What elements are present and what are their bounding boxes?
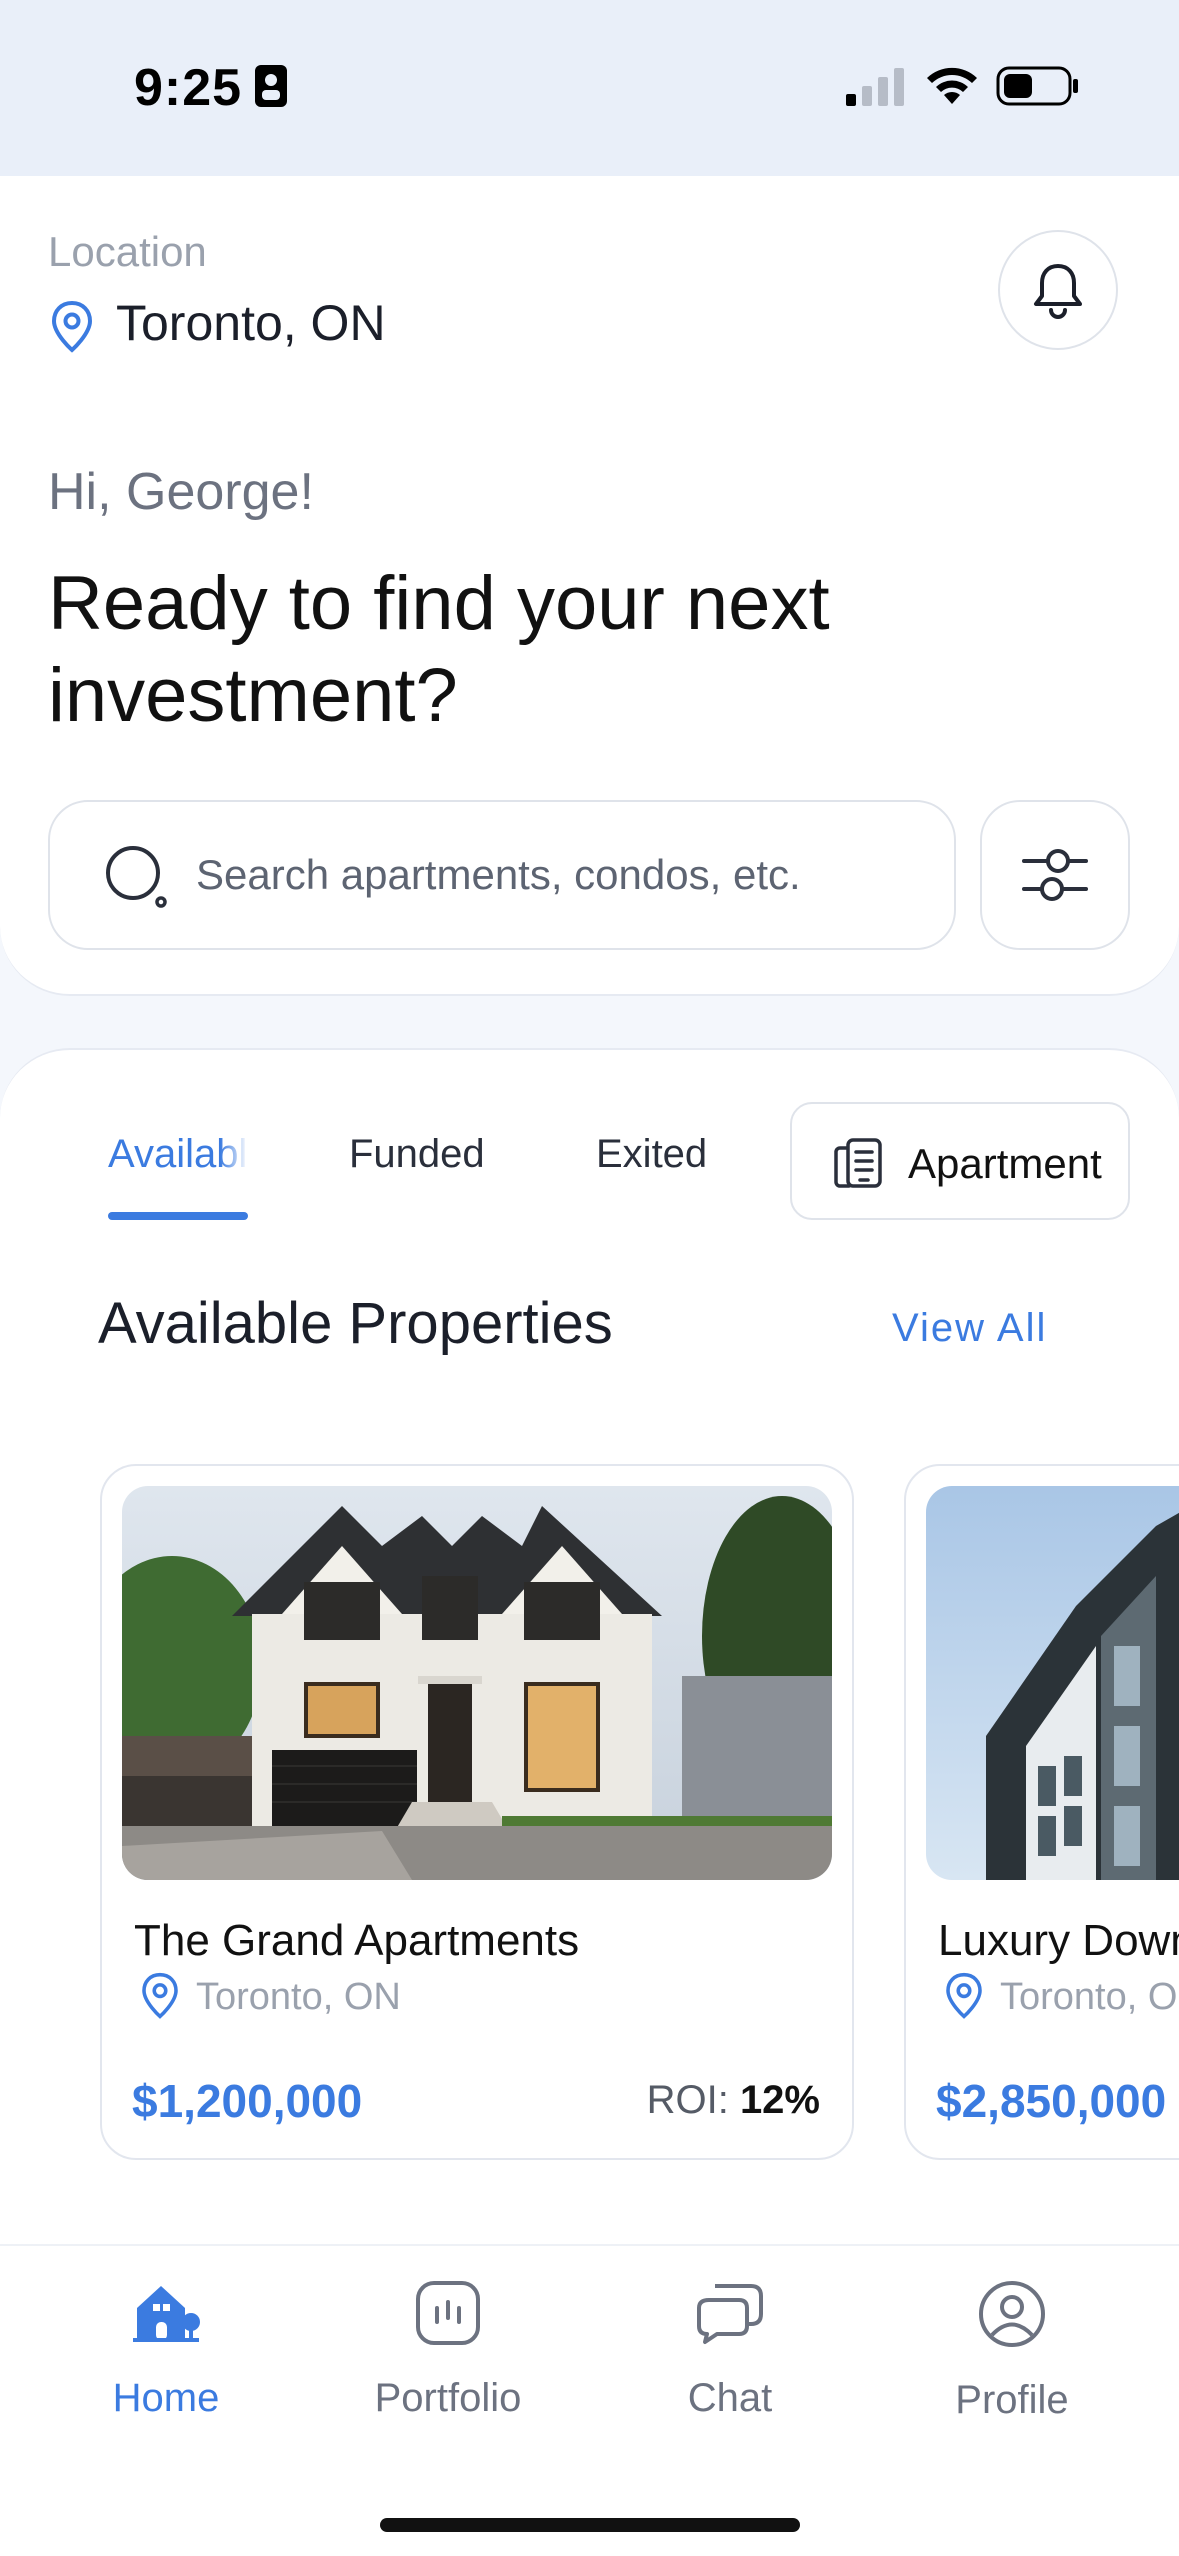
battery-icon — [996, 66, 1078, 106]
nav-portfolio-label: Portfolio — [374, 2376, 522, 2420]
property-type-label: Apartment — [908, 1140, 1102, 1187]
id-card-icon — [255, 65, 287, 107]
property-price: $1,200,000 — [132, 2075, 363, 2127]
tab-funded[interactable]: Funded — [349, 1132, 485, 1177]
property-name: Luxury Down — [938, 1916, 1179, 1965]
home-indicator[interactable] — [380, 2518, 800, 2532]
location-city[interactable]: Toronto, ON — [116, 294, 386, 352]
property-location: Toronto, ON — [196, 1976, 401, 2018]
notifications-button[interactable] — [998, 230, 1118, 350]
page-title: Ready to find your next investment? — [48, 561, 830, 738]
search-box[interactable] — [48, 800, 956, 950]
roi-value: 12% — [739, 2078, 820, 2122]
nav-home-label: Home — [112, 2376, 220, 2420]
property-price: $2,850,000 — [936, 2075, 1167, 2127]
location-pin-icon — [946, 1972, 982, 2019]
nav-chat[interactable]: Chat — [620, 2280, 840, 2421]
status-bar: 9:25 — [0, 0, 1179, 176]
location-label: Location — [48, 228, 207, 275]
chat-icon — [697, 2284, 763, 2344]
location-pin-icon — [51, 300, 93, 353]
property-image — [122, 1486, 832, 1880]
section-title: Available Properties — [98, 1291, 613, 1356]
nav-portfolio[interactable]: Portfolio — [338, 2280, 558, 2421]
property-card[interactable]: The Grand Apartments Toronto, ON $1,200,… — [100, 1464, 854, 2160]
nav-chat-label: Chat — [687, 2376, 773, 2420]
tab-available[interactable]: Available — [108, 1132, 248, 1177]
property-name: The Grand Apartments — [134, 1916, 580, 1965]
nav-home[interactable]: Home — [56, 2280, 276, 2421]
search-icon — [106, 846, 167, 908]
wifi-icon — [927, 67, 977, 104]
header-card: Location Toronto, ON Hi, George! Ready t… — [0, 176, 1179, 996]
bottom-nav: Home Portfolio Chat Profile — [0, 2244, 1179, 2556]
property-location: Toronto, ON — [1000, 1976, 1179, 2018]
property-image — [926, 1486, 1179, 1880]
content-card: Available Funded Exited Apartment Availa… — [0, 1048, 1179, 2248]
nav-profile-label: Profile — [955, 2378, 1069, 2422]
location-pin-icon — [142, 1972, 178, 2019]
search-input[interactable] — [196, 802, 936, 948]
nav-profile[interactable]: Profile — [902, 2280, 1122, 2423]
property-type-filter[interactable]: Apartment — [790, 1102, 1130, 1220]
view-all-link[interactable]: View All — [892, 1306, 1047, 1351]
active-tab-indicator — [108, 1212, 248, 1220]
signal-icon — [846, 68, 904, 106]
home-icon — [133, 2286, 200, 2342]
status-time: 9:25 — [134, 59, 243, 117]
greeting: Hi, George! — [48, 463, 314, 521]
filter-button[interactable] — [980, 800, 1130, 950]
tab-exited[interactable]: Exited — [596, 1132, 707, 1177]
building-icon — [834, 1138, 882, 1188]
property-roi: ROI: 12% — [647, 2078, 820, 2123]
bell-icon — [1034, 264, 1082, 319]
profile-icon — [979, 2281, 1045, 2347]
property-card[interactable]: Luxury Down Toronto, ON $2,850,000 — [904, 1464, 1179, 2160]
portfolio-icon — [416, 2281, 480, 2345]
sliders-icon — [1022, 849, 1088, 901]
roi-label: ROI: — [646, 2078, 729, 2122]
